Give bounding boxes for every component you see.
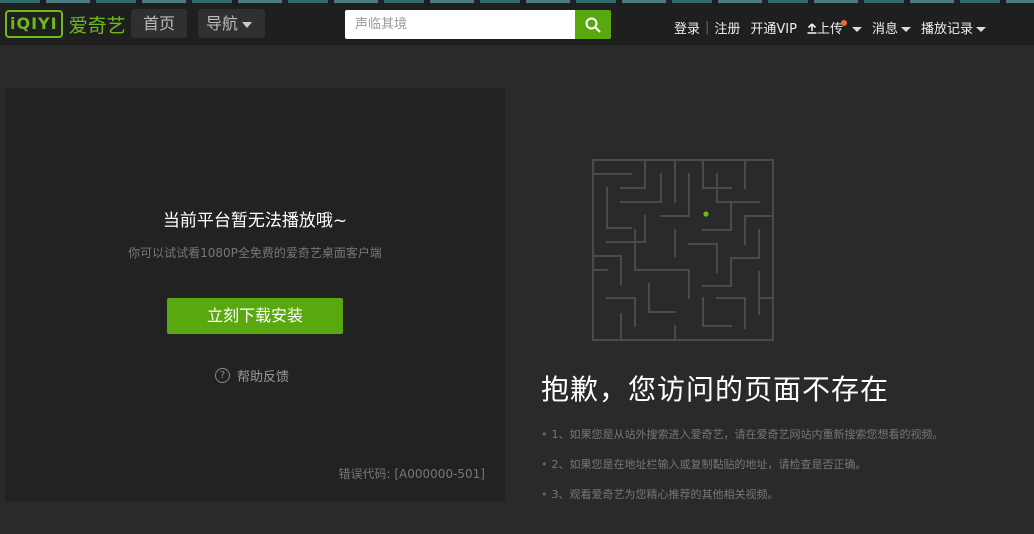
tip-text: 2、如果您是在地址栏输入或复制黏贴的地址，请检查是否正确。 — [551, 458, 867, 471]
history-menu[interactable]: 播放记录 — [921, 18, 986, 37]
panel-title: 当前平台暂无法播放哦~ — [162, 211, 348, 231]
logo-mark: iQIYI — [5, 10, 63, 38]
messages-menu[interactable]: 消息 — [872, 18, 911, 37]
chevron-down-icon — [976, 26, 986, 32]
upload-arrow-icon — [807, 22, 817, 34]
maze-illustration — [592, 159, 774, 341]
search-icon — [585, 17, 601, 32]
panel-subtitle: 你可以试试看1080P全免费的爱奇艺桌面客户端 — [128, 246, 382, 260]
list-item: • 2、如果您是在地址栏输入或复制黏贴的地址，请检查是否正确。 — [541, 458, 944, 488]
login-link[interactable]: 登录 — [674, 18, 700, 37]
messages-label: 消息 — [871, 21, 898, 37]
nav-guide-dropdown[interactable]: 导航 — [198, 9, 265, 38]
not-found-heading: 抱歉，您访问的页面不存在 — [541, 373, 890, 406]
upload-label: 上传 — [816, 21, 843, 37]
list-item: • 3、观看爱奇艺为您精心推荐的其他相关视频。 — [541, 488, 944, 518]
tip-bullet: • — [541, 488, 548, 501]
search-button[interactable] — [575, 10, 611, 39]
chevron-down-icon — [900, 26, 911, 32]
upload-menu[interactable]: 上传 — [807, 18, 862, 37]
list-item: • 1、如果您是从站外搜索进入爱奇艺，请在爱奇艺网站内重新搜索您想看的视频。 — [541, 428, 944, 458]
help-feedback-label: 帮助反馈 — [237, 369, 290, 385]
maze-player-dot — [703, 211, 709, 217]
register-link[interactable]: 注册 — [714, 18, 740, 37]
tip-bullet: • — [541, 428, 548, 441]
link-divider: | — [704, 19, 710, 35]
nav-guide-label: 导航 — [206, 14, 239, 33]
tips-list: • 1、如果您是从站外搜索进入爱奇艺，请在爱奇艺网站内重新搜索您想看的视频。 • 2… — [541, 428, 944, 518]
history-label: 播放记录 — [920, 21, 973, 37]
logo-text: 爱奇艺 — [68, 14, 126, 37]
question-circle-icon: ? — [215, 367, 230, 383]
iqiyi-logo[interactable]: iQIYI 爱奇艺 — [5, 10, 126, 38]
nav-home-button[interactable]: 首页 — [131, 9, 187, 38]
chevron-down-icon — [851, 26, 862, 32]
help-feedback-link[interactable]: ? 帮助反馈 — [215, 366, 290, 385]
vip-link[interactable]: 开通VIP — [750, 18, 797, 37]
unsupported-platform-panel: 当前平台暂无法播放哦~ 你可以试试看1080P全免费的爱奇艺桌面客户端 立刻下载… — [5, 88, 505, 502]
top-header: iQIYI 爱奇艺 首页 导航 登录 | 注册 开通VIP 上传 — [0, 3, 1034, 45]
download-install-button[interactable]: 立刻下载安装 — [167, 298, 343, 334]
top-links: 登录 | 注册 开通VIP 上传 消息 播放记录 — [674, 6, 986, 48]
search-input[interactable] — [345, 10, 575, 39]
tip-bullet: • — [541, 458, 548, 471]
search-bar — [345, 10, 611, 39]
error-code: 错误代码: [A000000-501] — [338, 467, 485, 481]
notification-dot — [840, 19, 847, 26]
tip-text: 1、如果您是从站外搜索进入爱奇艺，请在爱奇艺网站内重新搜索您想看的视频。 — [551, 428, 944, 441]
chevron-down-icon — [242, 21, 253, 28]
tip-text: 3、观看爱奇艺为您精心推荐的其他相关视频。 — [551, 488, 779, 501]
nav-home-label: 首页 — [143, 14, 176, 33]
